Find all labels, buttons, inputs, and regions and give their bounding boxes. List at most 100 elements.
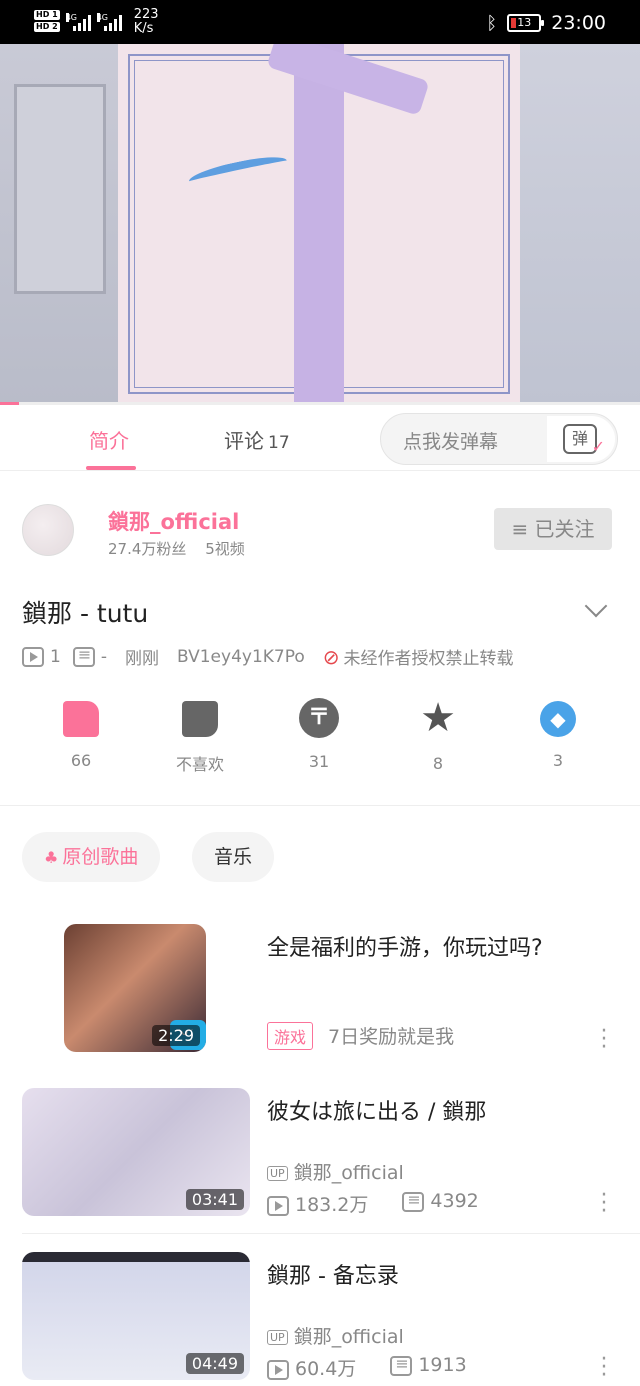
bluetooth-icon: ᛒ [486, 12, 498, 34]
list-item[interactable]: 2:29 全是福利的手游，你玩过吗? 游戏 7日奖励就是我 ··· [0, 924, 640, 1059]
item-title: 全是福利的手游，你玩过吗? [267, 936, 543, 961]
bvid: BV1ey4y1K7Po [176, 646, 305, 667]
duration: 2:29 [152, 1025, 200, 1046]
network-type-2: 4G [96, 13, 108, 22]
item-plays: 183.2万 [295, 1194, 369, 1216]
like-button[interactable]: 66 [41, 698, 121, 770]
dislike-button[interactable]: 不喜欢 [160, 698, 240, 775]
network-type-1: 4G [65, 13, 77, 22]
tab-comments-label: 评论 [224, 429, 264, 453]
publish-time: 刚刚 [124, 649, 159, 669]
picture-frame [14, 84, 106, 294]
like-count: 66 [70, 751, 92, 770]
video-title: 鎖那 - tutu [22, 599, 149, 628]
tag-music[interactable]: 音乐 [192, 832, 275, 882]
list-item[interactable]: 03:41 彼女は旅に出る / 鎖那 UP 鎖那_official 183.2万 … [0, 1088, 640, 1223]
tab-bar: 简介 评论 17 点我发弹幕 弹 [0, 405, 640, 471]
clock: 23:00 [551, 12, 606, 34]
status-bar: HD 1 HD 2 4G 4G 223 K/s ᛒ 13 23:00 [0, 0, 640, 44]
video-player[interactable] [0, 44, 640, 404]
share-icon: ◆ [540, 701, 576, 737]
tab-intro-label: 简介 [89, 429, 129, 453]
ribbon-vertical [294, 44, 344, 404]
more-icon[interactable]: · · · [596, 1349, 612, 1386]
danmaku-glyph: 弹 [571, 429, 588, 448]
more-icon[interactable]: · · · [596, 1021, 612, 1059]
danmaku-input[interactable]: 点我发弹幕 弹 [380, 413, 618, 465]
ad-description: 7日奖励就是我 [328, 1026, 455, 1048]
share-button[interactable]: ◆ 3 [518, 698, 598, 770]
hd1-label: HD 1 [34, 10, 60, 20]
danmaku-count-icon [72, 645, 95, 667]
play-count-icon [22, 646, 44, 667]
item-danmaku: 4392 [430, 1190, 479, 1212]
more-icon[interactable]: · · · [596, 1185, 612, 1223]
item-uploader-name: 鎖那_official [293, 1162, 404, 1184]
video-art-right [520, 44, 640, 404]
clover-icon: ♣ [44, 848, 59, 867]
thumbs-down-icon [182, 701, 218, 737]
item-danmaku: 1913 [418, 1354, 467, 1376]
status-left: HD 1 HD 2 4G 4G 223 K/s [34, 8, 159, 36]
play-count-icon [267, 1195, 289, 1216]
tab-indicator [86, 466, 136, 470]
danmaku-count-icon [402, 1190, 425, 1212]
play-count-icon [267, 1359, 289, 1380]
up-badge: UP [267, 1330, 288, 1345]
comment-count: 17 [268, 433, 290, 453]
item-plays: 60.4万 [295, 1358, 357, 1380]
favorite-button[interactable]: ★ 8 [398, 698, 478, 773]
up-badge: UP [267, 1166, 288, 1181]
danmaku-icon: 弹 [563, 424, 605, 460]
fans-count: 27.4万粉丝 [108, 540, 187, 558]
play-count: 1 [50, 646, 61, 667]
item-uploader: UP 鎖那_official [267, 1322, 404, 1349]
battery-level: 13 [517, 16, 532, 29]
item-title: 彼女は旅に出る / 鎖那 [267, 1100, 487, 1125]
speed-unit: K/s [133, 21, 154, 36]
video-art-card [118, 44, 520, 404]
video-art-left [0, 44, 118, 404]
item-uploader-name: 鎖那_official [293, 1326, 404, 1348]
duration: 03:41 [185, 1189, 244, 1210]
uploader-stats: 27.4万粉丝 5视频 [108, 538, 245, 559]
status-right: ᛒ 13 23:00 [486, 12, 606, 34]
item-uploader: UP 鎖那_official [267, 1158, 404, 1185]
danmaku-count: - [100, 646, 107, 667]
item-stats: 60.4万 1913 [267, 1354, 467, 1381]
danmaku-toggle-button[interactable]: 弹 [547, 416, 615, 462]
uploader-name[interactable]: 鎖那_official [108, 506, 239, 536]
video-meta: 1 - 刚刚 BV1ey4y1K7Po ⊘ 未经作者授权禁止转载 [22, 644, 514, 669]
chevron-down-icon[interactable] [584, 594, 608, 618]
video-count: 5视频 [205, 540, 245, 558]
item-stats: 183.2万 4392 [267, 1190, 479, 1217]
ad-tag: 游戏 [267, 1022, 314, 1050]
copyright-notice: 未经作者授权禁止转载 [343, 649, 514, 669]
thumbs-up-icon [63, 701, 99, 737]
video-thumbnail: 03:41 [22, 1088, 250, 1216]
avatar[interactable] [22, 504, 74, 556]
speed-value: 223 [133, 7, 159, 22]
battery-icon: 13 [507, 14, 545, 32]
divider [22, 1233, 640, 1234]
signal-icon: 4G [65, 13, 91, 31]
list-item[interactable]: 04:49 鎖那 - 备忘录 UP鎖那_official 60.4万 1913 … [0, 1252, 640, 1386]
video-thumbnail: 2:29 [64, 924, 206, 1052]
follow-button[interactable]: ≡ 已关注 [494, 508, 612, 550]
star-icon: ★ [420, 695, 456, 741]
item-title: 鎖那 - 备忘录 [267, 1264, 399, 1289]
tab-comments[interactable]: 评论 17 [224, 425, 290, 454]
coin-button[interactable]: 〒 31 [279, 698, 359, 771]
tag-original-song[interactable]: ♣ 原创歌曲 [22, 832, 161, 882]
duration: 04:49 [185, 1353, 244, 1374]
danmaku-count-icon [390, 1354, 413, 1376]
hd2-label: HD 2 [34, 22, 60, 32]
video-thumbnail: 04:49 [22, 1252, 250, 1380]
share-count: 3 [552, 751, 564, 770]
hd-indicator: HD 1 HD 2 [34, 10, 60, 34]
signal-icon-2: 4G [96, 13, 122, 31]
network-speed: 223 K/s [134, 8, 159, 36]
coin-icon: 〒 [299, 698, 339, 738]
dislike-label: 不喜欢 [175, 755, 224, 774]
tab-intro[interactable]: 简介 [89, 425, 129, 454]
